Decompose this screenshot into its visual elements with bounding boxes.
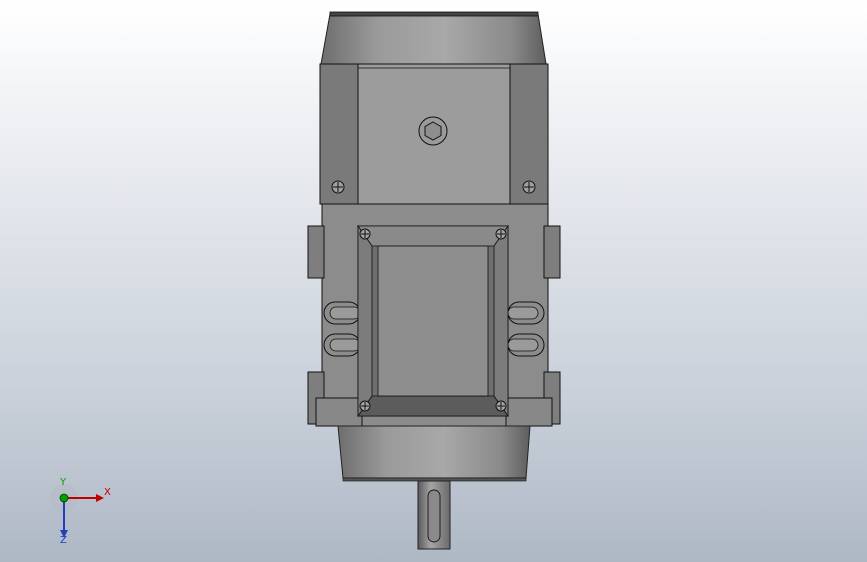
cover-screw-br-icon: [495, 400, 507, 412]
triad-z-label: Z: [60, 535, 67, 546]
cover-screw-tl-icon: [359, 228, 371, 240]
motor-model[interactable]: [0, 0, 867, 562]
triad-x-label: X: [104, 487, 111, 498]
triad-y-label: Y: [60, 477, 67, 488]
slot-left-lower: [323, 333, 361, 357]
output-flange: [337, 425, 531, 482]
motor-end-cap: [320, 11, 547, 65]
coordinate-triad: X Y Z: [44, 478, 124, 548]
graphics-viewport[interactable]: X Y Z: [0, 0, 867, 562]
cover-screw-tr-icon: [495, 228, 507, 240]
gearbox-cover-plate: [357, 224, 509, 418]
triad-icon: [50, 484, 104, 538]
cover-screw-bl-icon: [359, 400, 371, 412]
slot-right-lower: [507, 333, 545, 357]
output-shaft: [417, 480, 451, 550]
screw-right-icon: [522, 180, 536, 194]
screw-left-icon: [331, 180, 345, 194]
hex-plug-icon: [418, 116, 448, 146]
slot-left-upper: [323, 301, 361, 325]
slot-right-upper: [507, 301, 545, 325]
